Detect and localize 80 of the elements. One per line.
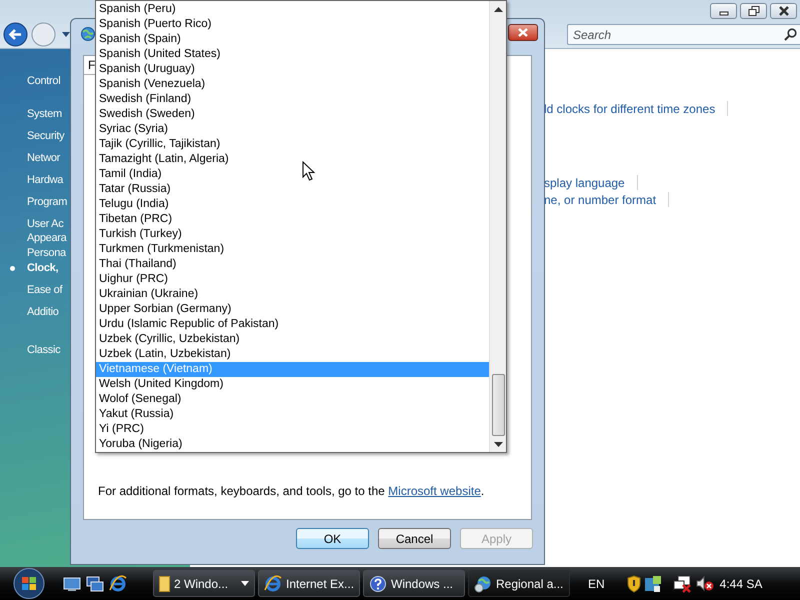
network-error-icon[interactable] (672, 574, 693, 592)
scrollbar-thumb[interactable] (492, 374, 504, 436)
list-option[interactable]: Yoruba (Nigeria) (96, 437, 489, 452)
taskbar-button[interactable]: Internet Ex... (258, 570, 360, 597)
close-button[interactable] (770, 2, 797, 18)
clock[interactable]: 4:44 SA (720, 576, 762, 590)
language-indicator[interactable]: EN (588, 576, 605, 590)
scroll-up-arrow-icon[interactable] (494, 6, 502, 12)
dialog-button[interactable]: OK (296, 528, 369, 549)
sidebar-link[interactable]: System (27, 106, 62, 122)
task-link[interactable]: splay language (544, 176, 625, 190)
task-link[interactable]: ld clocks for different time zones (544, 102, 716, 116)
list-option[interactable]: Swedish (Finland) (96, 92, 489, 107)
close-icon (778, 6, 790, 16)
globe-icon (80, 26, 96, 42)
footer-text: For additional formats, keyboards, and tools, go to the Microsoft website. (98, 484, 486, 498)
list-option[interactable]: Spanish (Venezuela) (96, 77, 489, 92)
list-option[interactable]: Urdu (Islamic Republic of Pakistan) (96, 317, 489, 332)
sidebar-link[interactable]: Hardwa (27, 172, 64, 188)
list-option[interactable]: Uzbek (Cyrillic, Uzbekistan) (96, 332, 489, 347)
list-option[interactable]: Tibetan (PRC) (96, 212, 489, 227)
list-option[interactable]: Turkish (Turkey) (96, 227, 489, 242)
list-option[interactable]: Yakut (Russia) (96, 407, 489, 422)
list-option[interactable]: Tatar (Russia) (96, 182, 489, 197)
scroll-down-arrow-icon[interactable] (494, 442, 502, 446)
sidebar-link[interactable]: Program (27, 194, 68, 210)
mouse-pointer-icon (302, 161, 315, 181)
windows-stack-icon[interactable] (86, 576, 104, 592)
dropdown-arrow-icon (241, 581, 249, 586)
microsoft-website-link[interactable]: Microsoft website (388, 484, 481, 498)
list-option[interactable]: Swedish (Sweden) (96, 107, 489, 122)
help-icon (369, 574, 387, 592)
taskbar-button[interactable]: Windows ... (363, 570, 465, 597)
speaker-muted-icon[interactable] (696, 574, 714, 592)
list-option[interactable]: Tamil (India) (96, 167, 489, 182)
shield-icon[interactable] (626, 574, 641, 592)
close-icon (517, 28, 529, 36)
list-option[interactable]: Welsh (United Kingdom) (96, 377, 489, 392)
browser-e-icon[interactable] (109, 574, 127, 592)
list-option[interactable]: Uzbek (Latin, Uzbekistan) (96, 347, 489, 362)
dialog-button[interactable]: Cancel (378, 528, 451, 549)
list-option[interactable]: Thai (Thailand) (96, 257, 489, 272)
list-option[interactable]: Syriac (Syria) (96, 122, 489, 137)
list-option[interactable]: Tajik (Cyrillic, Tajikistan) (96, 137, 489, 152)
list-option[interactable]: Turkmen (Turkmenistan) (96, 242, 489, 257)
list-option[interactable]: Tamazight (Latin, Algeria) (96, 152, 489, 167)
back-button[interactable] (3, 22, 28, 47)
desktop-icon[interactable] (63, 576, 81, 592)
globe-icon (474, 574, 492, 592)
list-option[interactable]: Spanish (Puerto Rico) (96, 17, 489, 32)
list-option[interactable]: Spanish (Spain) (96, 32, 489, 47)
browser-e-icon (264, 574, 282, 592)
folder-icon (159, 576, 170, 592)
sidebar-link[interactable]: Appeara Persona (27, 231, 66, 261)
taskbar-button[interactable]: 2 Windo... (153, 570, 255, 597)
list-option[interactable]: Telugu (India) (96, 197, 489, 212)
sidebar-link[interactable]: Security (27, 128, 64, 144)
list-option[interactable]: Wolof (Senegal) (96, 392, 489, 407)
taskbar-button[interactable]: Regional a... (468, 570, 570, 597)
close-button[interactable] (508, 24, 538, 40)
search-field[interactable]: Search (567, 24, 800, 45)
scrollbar[interactable] (489, 1, 506, 452)
list-option[interactable]: Uighur (PRC) (96, 272, 489, 287)
sidebar-link[interactable]: Clock, (27, 260, 58, 276)
minimize-button[interactable] (710, 2, 737, 18)
sidebar-link[interactable]: Control (27, 74, 60, 88)
list-option[interactable]: Ukrainian (Ukraine) (96, 287, 489, 302)
list-option[interactable]: Yi (PRC) (96, 422, 489, 437)
dropdown-arrow-icon[interactable] (62, 32, 70, 38)
sidebar-link[interactable]: Additio (27, 304, 59, 320)
window-grid-icon[interactable] (644, 574, 662, 592)
sidebar-link[interactable]: Networ (27, 150, 60, 166)
sidebar-link[interactable]: Ease of (27, 282, 62, 298)
restore-icon (748, 6, 760, 16)
restore-button[interactable] (740, 2, 767, 18)
list-option[interactable]: Upper Sorbian (Germany) (96, 302, 489, 317)
sidebar-link[interactable]: Classic (27, 342, 60, 358)
sidebar-link[interactable]: User Ac (27, 216, 64, 232)
task-link[interactable]: ne, or number format (544, 192, 656, 206)
list-option[interactable]: Spanish (Peru) (96, 2, 489, 17)
